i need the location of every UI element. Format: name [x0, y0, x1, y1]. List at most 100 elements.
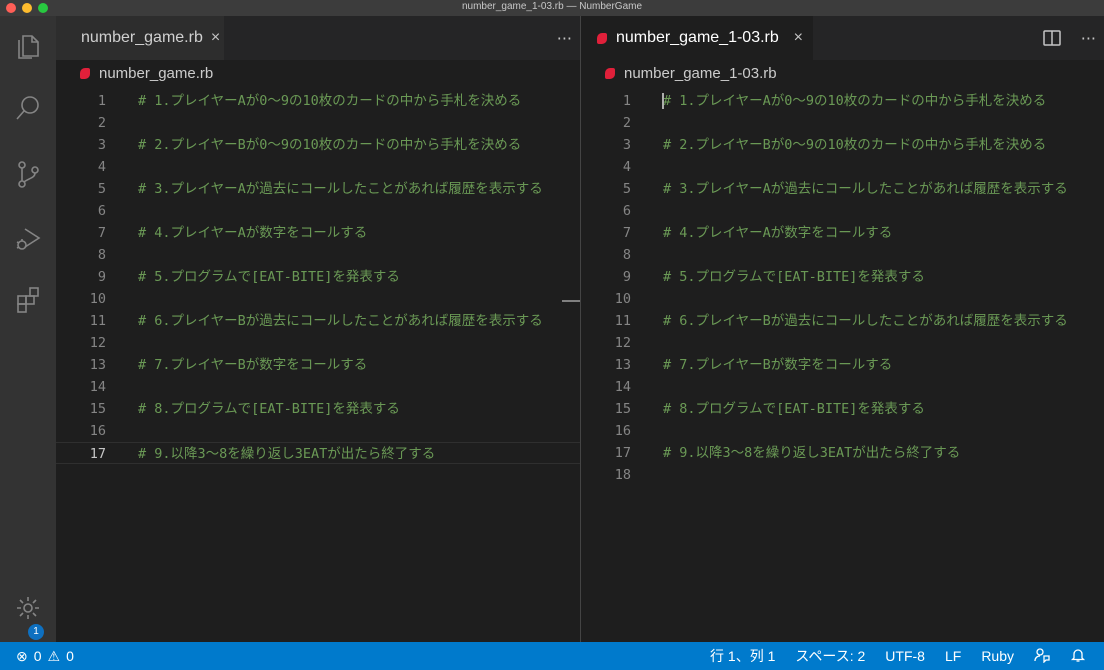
code-line[interactable]: 4 — [581, 156, 1104, 178]
code-line[interactable]: 2 — [581, 112, 1104, 134]
tab-actions-right: ··· — [1042, 16, 1096, 60]
line-number: 14 — [614, 379, 631, 395]
line-number: 11 — [89, 313, 106, 329]
code-line[interactable]: 14 — [56, 376, 580, 398]
code-line[interactable]: 10 — [56, 288, 580, 310]
settings-gear-icon[interactable] — [8, 588, 48, 628]
comment-text: # 6.プレイヤーBが過去にコールしたことがあれば履歴を表示する — [663, 313, 1068, 329]
comment-text: # 2.プレイヤーBが0〜9の10枚のカードの中から手札を決める — [663, 137, 1047, 153]
line-number: 17 — [614, 445, 631, 461]
code-line[interactable]: 8 — [56, 244, 580, 266]
line-number: 10 — [89, 291, 106, 307]
scrollbar-position-marker[interactable] — [562, 300, 580, 302]
text-cursor — [662, 93, 664, 109]
code-line[interactable]: 11 # 6.プレイヤーBが過去にコールしたことがあれば履歴を表示する — [581, 310, 1104, 332]
comment-text: # 1.プレイヤーAが0〜9の10枚のカードの中から手札を決める — [663, 93, 1047, 109]
code-line[interactable]: 18 — [581, 464, 1104, 486]
error-icon: ⊗ — [16, 647, 28, 664]
code-line[interactable]: 12 — [581, 332, 1104, 354]
code-line[interactable]: 1 # 1.プレイヤーAが0〜9の10枚のカードの中から手札を決める — [56, 90, 580, 112]
ruby-file-icon — [597, 32, 607, 44]
extensions-icon[interactable] — [8, 280, 48, 320]
tab-number-game-1-03[interactable]: number_game_1-03.rb × — [581, 16, 813, 60]
language-mode[interactable]: Ruby — [981, 648, 1014, 664]
code-line[interactable]: 9 # 5.プログラムで[EAT-BITE]を発表する — [581, 266, 1104, 288]
status-bar: ⊗ 0 ⚠ 0 行 1、列 1 スペース: 2 UTF-8 LF Ruby — [0, 642, 1104, 670]
code-editor-right[interactable]: 1 # 1.プレイヤーAが0〜9の10枚のカードの中から手札を決める 2 3 # 2.プ… — [581, 90, 1104, 642]
explorer-icon[interactable] — [8, 26, 48, 66]
comment-text: # 5.プログラムで[EAT-BITE]を発表する — [138, 269, 400, 285]
comment-text: # 4.プレイヤーAが数字をコールする — [663, 225, 893, 241]
code-line[interactable]: 15 # 8.プログラムで[EAT-BITE]を発表する — [581, 398, 1104, 420]
breadcrumb[interactable]: number_game.rb — [80, 62, 213, 84]
code-line[interactable]: 9 # 5.プログラムで[EAT-BITE]を発表する — [56, 266, 580, 288]
line-number: 15 — [89, 401, 106, 417]
ruby-file-icon — [80, 67, 90, 79]
comment-text: # 7.プレイヤーBが数字をコールする — [663, 357, 893, 373]
line-number: 2 — [97, 115, 106, 131]
indentation[interactable]: スペース: 2 — [795, 646, 865, 666]
title-bar: number_game_1-03.rb — NumberGame — [0, 0, 1104, 16]
code-line[interactable]: 12 — [56, 332, 580, 354]
code-line[interactable]: 7 # 4.プレイヤーAが数字をコールする — [56, 222, 580, 244]
line-number: 5 — [622, 181, 631, 197]
code-line[interactable]: 8 — [581, 244, 1104, 266]
code-line[interactable]: 17 # 9.以降3〜8を繰り返し3EATが出たら終了する — [56, 442, 580, 464]
code-line[interactable]: 5 # 3.プレイヤーAが過去にコールしたことがあれば履歴を表示する — [56, 178, 580, 200]
code-line[interactable]: 7 # 4.プレイヤーAが数字をコールする — [581, 222, 1104, 244]
line-number: 1 — [622, 93, 631, 109]
run-debug-icon[interactable] — [8, 218, 48, 258]
tab-close-icon[interactable]: × — [211, 29, 220, 47]
code-line[interactable]: 6 — [56, 200, 580, 222]
line-number: 12 — [89, 335, 106, 351]
code-line[interactable]: 17 # 9.以降3〜8を繰り返し3EATが出たら終了する — [581, 442, 1104, 464]
line-number: 9 — [622, 269, 631, 285]
line-number: 13 — [614, 357, 631, 373]
comment-text: # 2.プレイヤーBが0〜9の10枚のカードの中から手札を決める — [138, 137, 522, 153]
encoding[interactable]: UTF-8 — [885, 648, 925, 664]
more-actions-icon[interactable]: ··· — [1081, 29, 1096, 48]
line-number: 15 — [614, 401, 631, 417]
source-control-icon[interactable] — [8, 154, 48, 194]
code-line[interactable]: 3 # 2.プレイヤーBが0〜9の10枚のカードの中から手札を決める — [56, 134, 580, 156]
line-number: 8 — [622, 247, 631, 263]
line-number: 3 — [97, 137, 106, 153]
comment-text: # 7.プレイヤーBが数字をコールする — [138, 357, 368, 373]
line-number: 16 — [614, 423, 631, 439]
code-line[interactable]: 16 — [581, 420, 1104, 442]
code-line[interactable]: 5 # 3.プレイヤーAが過去にコールしたことがあれば履歴を表示する — [581, 178, 1104, 200]
more-actions-icon[interactable]: ··· — [557, 29, 572, 48]
cursor-position[interactable]: 行 1、列 1 — [710, 646, 775, 666]
split-editor-icon[interactable] — [1042, 30, 1061, 46]
tab-label: number_game.rb — [81, 29, 203, 46]
activity-bar: 1 — [0, 16, 56, 642]
code-line[interactable]: 16 — [56, 420, 580, 442]
code-line[interactable]: 11 # 6.プレイヤーBが過去にコールしたことがあれば履歴を表示する — [56, 310, 580, 332]
code-line[interactable]: 4 — [56, 156, 580, 178]
line-ending[interactable]: LF — [945, 648, 961, 664]
breadcrumb[interactable]: number_game_1-03.rb — [605, 62, 777, 84]
tab-close-icon[interactable]: × — [794, 29, 803, 47]
comment-text: # 5.プログラムで[EAT-BITE]を発表する — [663, 269, 925, 285]
feedback-icon[interactable] — [1034, 647, 1050, 666]
code-editor-left[interactable]: 1 # 1.プレイヤーAが0〜9の10枚のカードの中から手札を決める 2 3 # 2.プ… — [56, 90, 580, 642]
code-line[interactable]: 15 # 8.プログラムで[EAT-BITE]を発表する — [56, 398, 580, 420]
code-line[interactable]: 10 — [581, 288, 1104, 310]
problems-indicator[interactable]: ⊗ 0 ⚠ 0 — [16, 642, 74, 670]
code-line[interactable]: 6 — [581, 200, 1104, 222]
tab-number-game[interactable]: number_game.rb × — [56, 16, 224, 60]
comment-text: # 8.プログラムで[EAT-BITE]を発表する — [663, 401, 925, 417]
tab-label: number_game_1-03.rb — [616, 29, 779, 46]
code-line[interactable]: 14 — [581, 376, 1104, 398]
code-line[interactable]: 13 # 7.プレイヤーBが数字をコールする — [581, 354, 1104, 376]
code-line[interactable]: 3 # 2.プレイヤーBが0〜9の10枚のカードの中から手札を決める — [581, 134, 1104, 156]
line-number: 4 — [622, 159, 631, 175]
code-line[interactable]: 2 — [56, 112, 580, 134]
line-number: 18 — [614, 467, 631, 483]
code-line[interactable]: 13 # 7.プレイヤーBが数字をコールする — [56, 354, 580, 376]
code-line[interactable]: 1 # 1.プレイヤーAが0〜9の10枚のカードの中から手札を決める — [581, 90, 1104, 112]
warning-icon: ⚠ — [47, 647, 61, 664]
search-icon[interactable] — [8, 88, 48, 128]
line-number: 3 — [622, 137, 631, 153]
notifications-bell-icon[interactable] — [1070, 647, 1086, 666]
